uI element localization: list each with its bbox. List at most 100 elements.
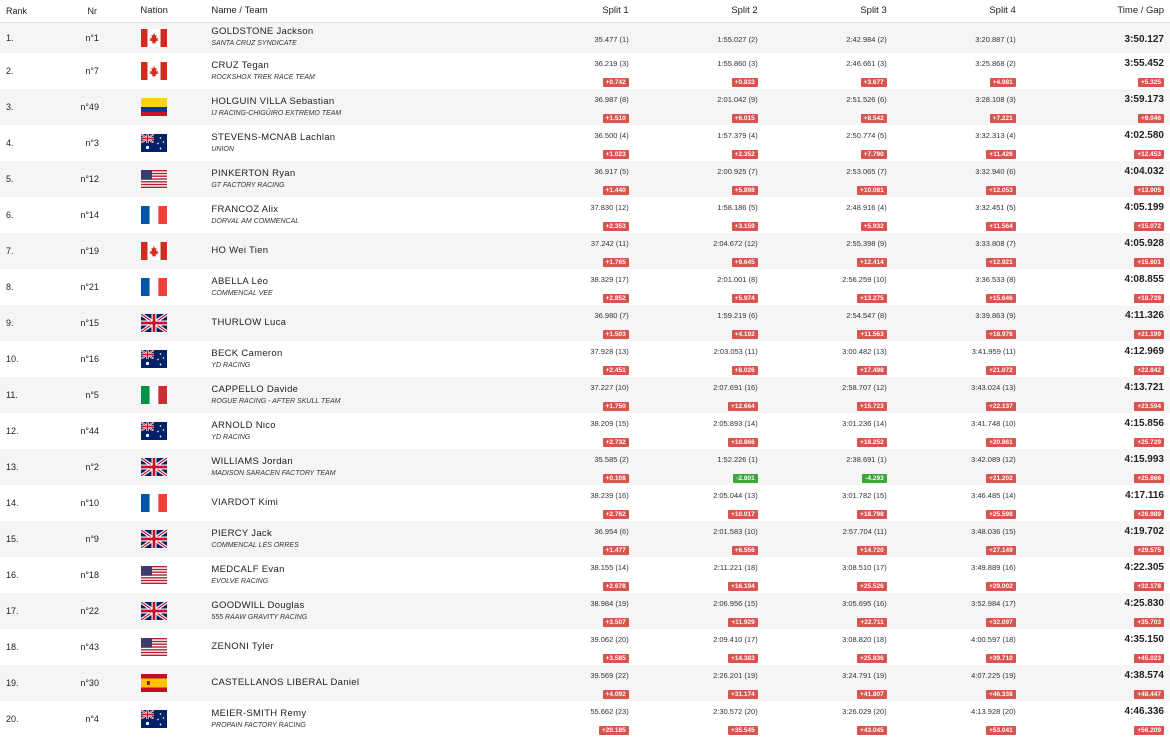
table-row[interactable]: 12. n°44 ARNOLD Nico YD RACING 38.209 (15) +2…	[0, 413, 1170, 449]
gap-badge: +18.252	[857, 438, 887, 447]
header-nation[interactable]: Nation	[104, 0, 204, 23]
table-row[interactable]: 17. n°22 GOODWILL Douglas 555 RAAW GRAVITY …	[0, 593, 1170, 629]
table-row[interactable]: 20. n°4 MEIER-SMITH Remy PROPAIN FACTORY RA…	[0, 701, 1170, 737]
rider-name[interactable]: ARNOLD Nico	[211, 420, 481, 432]
split-3-cell: 2:42.984 (2)	[758, 22, 886, 53]
gap-badge: +25.866	[1134, 474, 1164, 483]
split-time: 3:32.313 (4)	[975, 131, 1016, 140]
table-row[interactable]: 16. n°18 MEDCALF Evan EVOLVE RACING 38.155 (…	[0, 557, 1170, 593]
split-1-cell: 37.242 (11) +1.765	[481, 233, 629, 269]
table-row[interactable]: 7. n°19 HO Wei Tien 37.242 (11) +1.765 2:04.6…	[0, 233, 1170, 269]
rider-name[interactable]: WILLIAMS Jordan	[211, 456, 481, 468]
rider-name[interactable]: BECK Cameron	[211, 348, 481, 360]
rider-name[interactable]: THURLOW Luca	[211, 317, 481, 329]
table-row[interactable]: 11. n°5 CAPPELLO Davide ROGUE RACING - AFTE…	[0, 377, 1170, 413]
rider-name[interactable]: MEIER-SMITH Remy	[211, 708, 481, 720]
gap-badge: +22.842	[1134, 366, 1164, 375]
team-name: DORVAL AM COMMENCAL	[211, 217, 300, 225]
gap-badge: +5.325	[1137, 78, 1164, 87]
header-name-team[interactable]: Name / Team	[203, 0, 482, 23]
rider-name[interactable]: GOLDSTONE Jackson	[211, 26, 481, 38]
table-row[interactable]: 3. n°49 HOLGUIN VILLA Sebastian IJ RACING-C…	[0, 89, 1170, 125]
split-4-cell: 3:48.036 (15) +27.149	[887, 521, 1016, 557]
rider-name[interactable]: ZENONI Tyler	[211, 641, 481, 653]
name-team-cell: CASTELLANOS LIBERAL Daniel	[203, 665, 481, 701]
rank-cell: 2.	[6, 66, 14, 76]
team-name: ROGUE RACING - AFTER SKULL TEAM	[211, 397, 341, 405]
split-time: 1:59.219 (6)	[717, 311, 758, 320]
rider-name[interactable]: CAPPELLO Davide	[211, 384, 481, 396]
table-row[interactable]: 1. n°1 GOLDSTONE Jackson SANTA CRUZ SYNDICA…	[0, 22, 1170, 53]
header-nr[interactable]: Nr	[72, 0, 105, 23]
gap-badge: +23.594	[1134, 402, 1164, 411]
table-row[interactable]: 13. n°2 WILLIAMS Jordan MADISON SARACEN FAC…	[0, 449, 1170, 485]
header-split-2[interactable]: Split 2	[628, 0, 758, 23]
header-split-3[interactable]: Split 3	[757, 0, 887, 23]
header-rank[interactable]: Rank	[0, 0, 73, 23]
gap-badge: +43.045	[857, 726, 887, 735]
split-time: 35.477 (1)	[594, 34, 629, 44]
final-time: 3:55.452	[1124, 58, 1164, 69]
table-row[interactable]: 6. n°14 FRANCOZ Alix DORVAL AM COMMENCAL 37.…	[0, 197, 1170, 233]
time-gap-cell: 4:11.326 +21.199	[1016, 305, 1170, 341]
header-split-4[interactable]: Split 4	[886, 0, 1016, 23]
split-time: 2:05.893 (14)	[713, 419, 758, 428]
split-4-cell: 4:07.225 (19) +46.338	[887, 665, 1016, 701]
rider-name[interactable]: HO Wei Tien	[211, 245, 481, 257]
gap-badge: +21.202	[986, 474, 1016, 483]
flag-uk-icon	[141, 457, 168, 476]
final-time: 3:59.173	[1124, 94, 1164, 105]
rider-name[interactable]: STEVENS-MCNAB Lachlan	[211, 132, 481, 144]
table-row[interactable]: 2. n°7 CRUZ Tegan ROCKSHOX TREK RACE TEAM 36…	[0, 53, 1170, 89]
nation-cell	[105, 22, 203, 53]
rank-cell: 3.	[6, 102, 14, 112]
rank-cell: 11.	[6, 390, 18, 400]
header-split-1[interactable]: Split 1	[481, 0, 629, 23]
gap-badge: +5.898	[731, 186, 758, 195]
final-time: 4:22.305	[1124, 562, 1164, 573]
rider-name[interactable]: ABELLA Léo	[211, 276, 481, 288]
table-row[interactable]: 18. n°43 ZENONI Tyler 39.062 (20) +3.585 2:09…	[0, 629, 1170, 665]
header-time-gap[interactable]: Time / Gap	[1015, 0, 1170, 23]
split-4-cell: 4:00.597 (18) +39.710	[887, 629, 1016, 665]
split-1-cell: 39.569 (22) +4.092	[481, 665, 629, 701]
table-row[interactable]: 15. n°9 PIERCY Jack COMMENCAL LES ORRES 36.9…	[0, 521, 1170, 557]
rank-cell: 20.	[6, 714, 19, 724]
table-row[interactable]: 14. n°10 VIARDOT Kimi 38.239 (16) +2.762 2:05…	[0, 485, 1170, 521]
number-cell: n°16	[80, 354, 99, 364]
split-time: 3:01.782 (15)	[842, 491, 887, 500]
split-3-cell: 3:26.029 (20) +43.045	[758, 701, 887, 737]
rider-name[interactable]: CRUZ Tegan	[211, 60, 481, 72]
nation-cell	[105, 197, 203, 233]
rider-name[interactable]: PIERCY Jack	[211, 528, 481, 540]
flag-uk-icon	[141, 529, 168, 548]
rank-cell: 8.	[6, 282, 14, 292]
split-time: 55.662 (23)	[590, 707, 629, 716]
split-3-cell: 3:24.791 (19) +41.807	[758, 665, 887, 701]
rider-name[interactable]: HOLGUIN VILLA Sebastian	[211, 96, 481, 108]
split-3-cell: 3:08.820 (18) +25.836	[758, 629, 887, 665]
rider-name[interactable]: FRANCOZ Alix	[211, 204, 481, 216]
number-cell: n°2	[85, 462, 99, 472]
rider-name[interactable]: VIARDOT Kimi	[211, 497, 481, 509]
name-team-cell: THURLOW Luca	[203, 305, 481, 341]
rider-name[interactable]: CASTELLANOS LIBERAL Daniel	[211, 677, 481, 689]
table-row[interactable]: 5. n°12 PINKERTON Ryan GT FACTORY RACING 36.…	[0, 161, 1170, 197]
final-time: 4:04.032	[1124, 166, 1164, 177]
split-time: 2:56.259 (10)	[842, 275, 887, 284]
gap-badge: +21.199	[1134, 330, 1164, 339]
nation-cell	[105, 413, 203, 449]
table-row[interactable]: 19. n°30 CASTELLANOS LIBERAL Daniel 39.569 …	[0, 665, 1170, 701]
table-row[interactable]: 10. n°16 BECK Cameron YD RACING 37.928 (13) +…	[0, 341, 1170, 377]
rank-cell: 5.	[6, 174, 14, 184]
team-name: YD RACING	[211, 433, 251, 441]
rider-name[interactable]: GOODWILL Douglas	[211, 600, 481, 612]
flag-colombia-icon	[141, 97, 168, 116]
rider-name[interactable]: MEDCALF Evan	[211, 564, 481, 576]
table-row[interactable]: 9. n°15 THURLOW Luca 36.980 (7) +1.503 1:59.2…	[0, 305, 1170, 341]
flag-canada-icon	[141, 28, 168, 47]
table-row[interactable]: 8. n°21 ABELLA Léo COMMENCAL VEE 38.329 (17)…	[0, 269, 1170, 305]
table-row[interactable]: 4. n°3 STEVENS-MCNAB Lachlan UNION 36.500 (4…	[0, 125, 1170, 161]
rider-name[interactable]: PINKERTON Ryan	[211, 168, 481, 180]
split-2-cell: 1:55.027 (2)	[629, 22, 757, 53]
